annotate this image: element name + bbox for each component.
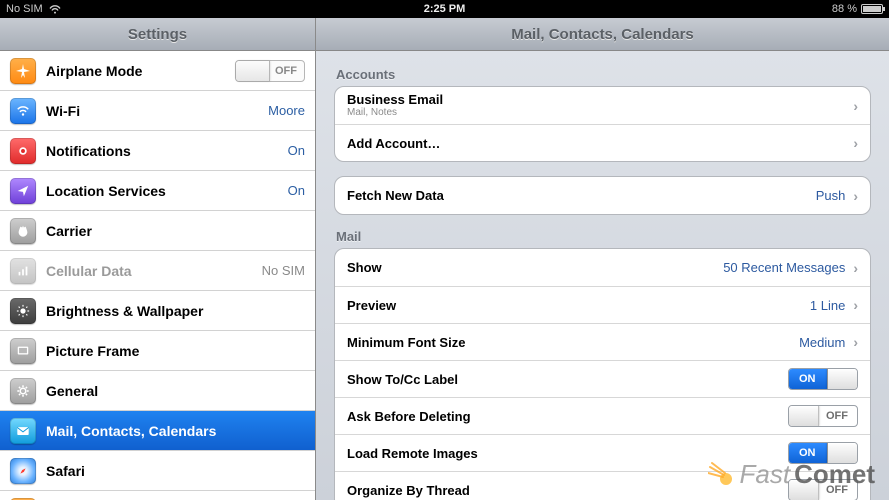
detail-pane: Mail, Contacts, Calendars Accounts Busin… (316, 18, 889, 500)
sidebar-item-brightness[interactable]: Brightness & Wallpaper (0, 291, 315, 331)
group-fetch: Fetch New Data Push › (334, 176, 871, 215)
group-mail: Show 50 Recent Messages › Preview 1 Line… (334, 248, 871, 500)
chevron-right-icon: › (853, 98, 858, 114)
gear-icon (10, 378, 36, 404)
sidebar-item-label: Picture Frame (46, 343, 139, 359)
sidebar-item-label: Brightness & Wallpaper (46, 303, 203, 319)
row-fetch-new-data[interactable]: Fetch New Data Push › (335, 177, 870, 214)
sidebar-item-cellular[interactable]: Cellular Data No SIM (0, 251, 315, 291)
status-bar: No SIM 2:25 PM 88 % (0, 0, 889, 18)
sidebar-item-label: Carrier (46, 223, 92, 239)
toggle-ask-delete[interactable]: OFF (788, 405, 858, 427)
sidebar-item-label: Wi-Fi (46, 103, 80, 119)
sidebar-item-label: Notifications (46, 143, 131, 159)
row-label: Preview (347, 298, 396, 313)
row-show[interactable]: Show 50 Recent Messages › (335, 249, 870, 286)
battery-percent: 88 % (832, 3, 857, 15)
pictureframe-icon (10, 338, 36, 364)
wifi-icon (49, 5, 61, 14)
sidebar-item-airplane[interactable]: Airplane Mode OFF (0, 51, 315, 91)
section-label-accounts: Accounts (336, 67, 869, 82)
toggle-organize-thread[interactable]: OFF (788, 479, 858, 500)
row-min-font[interactable]: Minimum Font Size Medium › (335, 323, 870, 360)
row-show-tocc: Show To/Cc Label ON (335, 360, 870, 397)
row-add-account[interactable]: Add Account… › (335, 124, 870, 161)
chevron-right-icon: › (853, 135, 858, 151)
sidebar-item-pictureframe[interactable]: Picture Frame (0, 331, 315, 371)
account-subtitle: Mail, Notes (347, 107, 443, 118)
chevron-right-icon: › (853, 334, 858, 350)
detail-title: Mail, Contacts, Calendars (316, 18, 889, 51)
sidebar-item-label: General (46, 383, 98, 399)
row-organize-thread: Organize By Thread OFF (335, 471, 870, 500)
sidebar-item-label: Airplane Mode (46, 63, 142, 79)
chevron-right-icon: › (853, 260, 858, 276)
row-value: 1 Line (810, 298, 845, 313)
row-label: Show (347, 260, 382, 275)
row-preview[interactable]: Preview 1 Line › (335, 286, 870, 323)
wifi-settings-icon (10, 98, 36, 124)
sidebar-title: Settings (0, 18, 315, 51)
sidebar-item-carrier[interactable]: Carrier (0, 211, 315, 251)
row-load-remote: Load Remote Images ON (335, 434, 870, 471)
sidebar-item-value: On (288, 143, 305, 158)
status-time: 2:25 PM (424, 3, 466, 15)
sidebar-item-general[interactable]: General (0, 371, 315, 411)
sidebar-item-value: No SIM (262, 263, 305, 278)
airplane-icon (10, 58, 36, 84)
cellular-icon (10, 258, 36, 284)
sidebar-item-label: Mail, Contacts, Calendars (46, 423, 216, 439)
airplane-toggle[interactable]: OFF (235, 60, 305, 82)
location-icon (10, 178, 36, 204)
row-label: Minimum Font Size (347, 335, 465, 350)
sidebar-item-ipod[interactable]: iPod (0, 491, 315, 500)
sidebar-item-label: Cellular Data (46, 263, 132, 279)
sidebar-item-mail[interactable]: Mail, Contacts, Calendars (0, 411, 315, 451)
sidebar-item-label: Safari (46, 463, 85, 479)
sidebar-item-notifications[interactable]: Notifications On (0, 131, 315, 171)
row-label: Ask Before Deleting (347, 409, 471, 424)
row-account-business[interactable]: Business Email Mail, Notes › (335, 87, 870, 124)
group-accounts: Business Email Mail, Notes › Add Account… (334, 86, 871, 162)
safari-icon (10, 458, 36, 484)
chevron-right-icon: › (853, 188, 858, 204)
sidebar-item-wifi[interactable]: Wi-Fi Moore (0, 91, 315, 131)
brightness-icon (10, 298, 36, 324)
row-value: Push (816, 188, 846, 203)
row-ask-delete: Ask Before Deleting OFF (335, 397, 870, 434)
battery-icon (861, 4, 883, 14)
notifications-icon (10, 138, 36, 164)
sidebar-item-label: Location Services (46, 183, 166, 199)
settings-sidebar: Settings Airplane Mode OFF (0, 18, 316, 500)
sidebar-item-value: Moore (268, 103, 305, 118)
sidebar-item-safari[interactable]: Safari (0, 451, 315, 491)
section-label-mail: Mail (336, 229, 869, 244)
row-label: Show To/Cc Label (347, 372, 458, 387)
chevron-right-icon: › (853, 297, 858, 313)
mail-icon (10, 418, 36, 444)
row-value: Medium (799, 335, 845, 350)
toggle-show-tocc[interactable]: ON (788, 368, 858, 390)
carrier-icon (10, 218, 36, 244)
sidebar-item-value: On (288, 183, 305, 198)
row-label: Fetch New Data (347, 188, 444, 203)
sim-status: No SIM (6, 3, 43, 15)
sidebar-item-location[interactable]: Location Services On (0, 171, 315, 211)
row-value: 50 Recent Messages (723, 260, 845, 275)
row-label: Organize By Thread (347, 483, 470, 498)
row-label: Load Remote Images (347, 446, 478, 461)
account-title: Business Email (347, 93, 443, 107)
row-label: Add Account… (347, 136, 440, 151)
toggle-load-remote[interactable]: ON (788, 442, 858, 464)
